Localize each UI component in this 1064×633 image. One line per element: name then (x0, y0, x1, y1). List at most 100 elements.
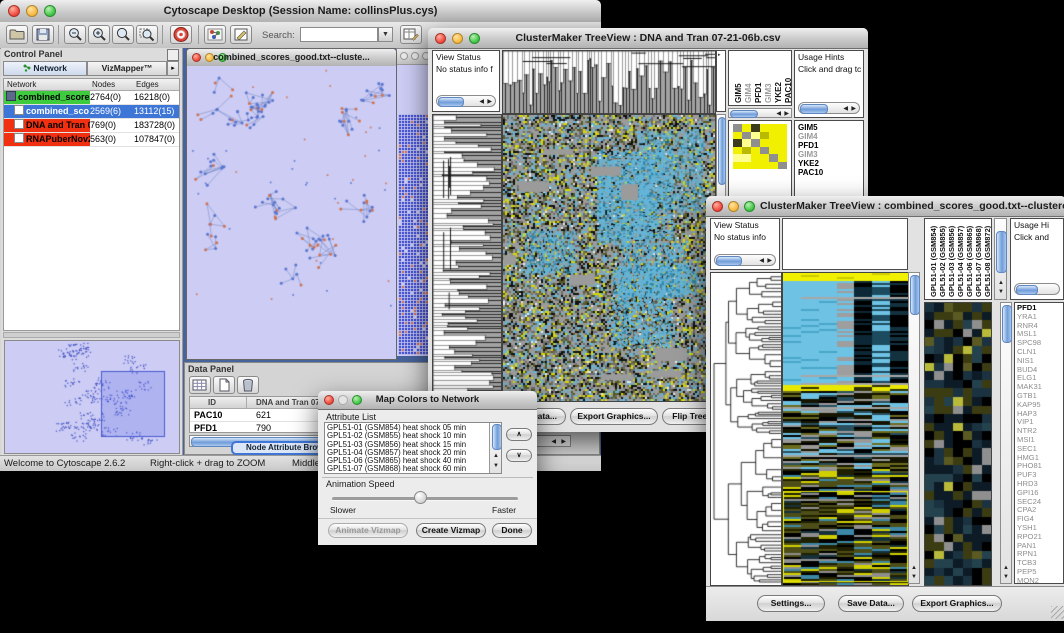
matrix-cell[interactable] (760, 147, 769, 155)
scroll-up-icon[interactable]: ▲ (911, 565, 917, 571)
tab-network[interactable]: Network (3, 61, 87, 76)
heatmap-vscroll[interactable]: ▲ ▼ (908, 272, 920, 584)
scroll-left-icon[interactable]: ◀ (843, 106, 848, 112)
col-network[interactable]: Network (7, 80, 36, 89)
scroll-down-icon[interactable]: ▼ (493, 463, 499, 469)
speed-slider-knob[interactable] (414, 491, 427, 504)
gene-label[interactable]: PAC10 (798, 168, 823, 177)
network-row[interactable]: RNAPuberNov2+I563(0)107847(0) (4, 133, 179, 147)
row-dendrogram[interactable] (432, 114, 502, 402)
scroll-right-icon[interactable]: ▶ (767, 258, 772, 264)
matrix-cell[interactable] (778, 124, 787, 132)
scroll-right-icon[interactable]: ▶ (561, 439, 566, 445)
matrix-hscroll[interactable]: ◀ ▶ (728, 108, 792, 118)
search-input[interactable] (300, 27, 378, 42)
attribute-listbox[interactable]: GPL51-01 (GSM854) heat shock 05 minGPL51… (324, 422, 502, 474)
global-heatmap[interactable] (502, 114, 716, 402)
open-session-button[interactable] (6, 25, 28, 44)
scroll-left-icon[interactable]: ◀ (776, 111, 781, 117)
usage-hints-scrollbar[interactable]: ◀ ▶ (798, 102, 860, 114)
annotation-tool-button[interactable] (230, 25, 252, 44)
global-heatmap[interactable] (782, 272, 909, 586)
scroll-thumb[interactable] (1002, 305, 1012, 343)
zoom-fit-button[interactable] (112, 25, 134, 44)
create-vizmap-button[interactable]: Create Vizmap (416, 523, 486, 538)
column-label[interactable]: GPL51-08 (GSM872) (983, 221, 992, 297)
column-dendrogram-area[interactable] (782, 218, 908, 270)
network-view-titlebar[interactable]: combined_scores_good.txt--cluste... (187, 49, 396, 67)
gene-label[interactable]: PFD1 (798, 141, 823, 150)
matrix-cell[interactable] (778, 139, 787, 147)
scroll-left-icon[interactable]: ◀ (759, 258, 764, 264)
matrix-cell[interactable] (769, 132, 778, 140)
matrix-cell[interactable] (742, 147, 751, 155)
dendrogram-divider[interactable]: ▸ (716, 50, 726, 112)
scroll-right-icon[interactable]: ▶ (851, 106, 856, 112)
column-label[interactable]: GIM4 (744, 53, 753, 103)
matrix-cell[interactable] (769, 162, 778, 170)
done-button[interactable]: Done (492, 523, 532, 538)
attribute-item[interactable]: GPL51-07 (GSM868) heat shock 60 min (327, 465, 488, 473)
scroll-thumb[interactable] (716, 256, 742, 266)
matrix-cell[interactable] (751, 139, 760, 147)
birdseye-view[interactable] (4, 340, 180, 454)
attribute-browser-button[interactable] (400, 25, 422, 44)
scroll-left-icon[interactable]: ◀ (479, 99, 484, 105)
matrix-cell[interactable] (733, 139, 742, 147)
scroll-thumb[interactable] (718, 117, 726, 185)
matrix-cell[interactable] (760, 162, 769, 170)
scroll-right-icon[interactable]: ▶ (487, 99, 492, 105)
matrix-cell[interactable] (751, 162, 760, 170)
float-panel-icon[interactable] (167, 49, 179, 61)
col-id[interactable]: ID (208, 398, 216, 407)
treeview1-titlebar[interactable]: ClusterMaker TreeView : DNA and Tran 07-… (428, 28, 868, 49)
zoom-button[interactable] (744, 201, 755, 212)
scroll-left-icon[interactable]: ◀ (551, 439, 556, 445)
save-data-button[interactable]: Save Data... (838, 595, 904, 612)
column-label[interactable]: GPL51-02 (GSM855) (938, 221, 947, 297)
dialog-titlebar[interactable]: Map Colors to Network (318, 391, 537, 410)
matrix-cell[interactable] (769, 147, 778, 155)
search-dropdown-button[interactable]: ▼ (378, 27, 393, 42)
scroll-down-icon[interactable]: ▼ (911, 574, 917, 580)
matrix-cell[interactable] (769, 124, 778, 132)
column-label[interactable]: YKE2 (774, 53, 783, 103)
matrix-cell[interactable] (742, 154, 751, 162)
matrix-cell[interactable] (733, 147, 742, 155)
move-down-button[interactable]: ∨ (506, 449, 532, 462)
column-label[interactable]: PFD1 (754, 53, 763, 103)
column-label[interactable]: GPL51-07 (GSM868) (974, 221, 983, 297)
zoom-selected-button[interactable] (136, 25, 158, 44)
gene-label[interactable]: GIM4 (798, 132, 823, 141)
zoom-out-button[interactable] (64, 25, 86, 44)
select-attributes-button[interactable] (189, 376, 211, 394)
matrix-cell[interactable] (733, 132, 742, 140)
minimize-button[interactable] (728, 201, 739, 212)
matrix-cell[interactable] (751, 154, 760, 162)
scroll-thumb[interactable] (996, 231, 1007, 273)
matrix-cell[interactable] (760, 139, 769, 147)
matrix-cell[interactable] (733, 162, 742, 170)
scroll-thumb[interactable] (492, 424, 502, 450)
network-name-cell[interactable]: RNAPuberNov2+I (4, 133, 90, 146)
column-label[interactable]: GPL51-01 (GSM854) (929, 221, 938, 297)
column-label[interactable]: GIM3 (764, 53, 773, 103)
panel-splitter[interactable] (3, 332, 180, 338)
matrix-cell[interactable] (742, 132, 751, 140)
gene-label[interactable]: GIM5 (798, 123, 823, 132)
matrix-cell[interactable] (778, 162, 787, 170)
network-row[interactable]: DNA and Tran 07769(0)183728(0) (4, 119, 179, 133)
zoomed-heatmap[interactable] (924, 302, 992, 586)
new-attribute-button[interactable] (213, 376, 235, 394)
minimize-button[interactable] (411, 52, 419, 60)
col-nodes[interactable]: Nodes (92, 80, 115, 89)
attribute-list-vscroll[interactable]: ▲ ▼ (489, 423, 501, 473)
export-graphics-button[interactable]: Export Graphics... (570, 408, 658, 425)
scroll-thumb[interactable] (1016, 285, 1038, 295)
row-dendrogram[interactable] (710, 272, 782, 586)
network-row[interactable]: combined_sco2569(6)13112(15) (4, 105, 179, 119)
column-label[interactable]: GPL51-04 (GSM857) (956, 221, 965, 297)
gene-list-vscroll[interactable]: ▲ ▼ (1000, 302, 1012, 584)
treeview2-titlebar[interactable]: ClusterMaker TreeView : combined_scores_… (706, 196, 1064, 217)
tab-vizmapper[interactable]: VizMapper™ (87, 61, 167, 76)
